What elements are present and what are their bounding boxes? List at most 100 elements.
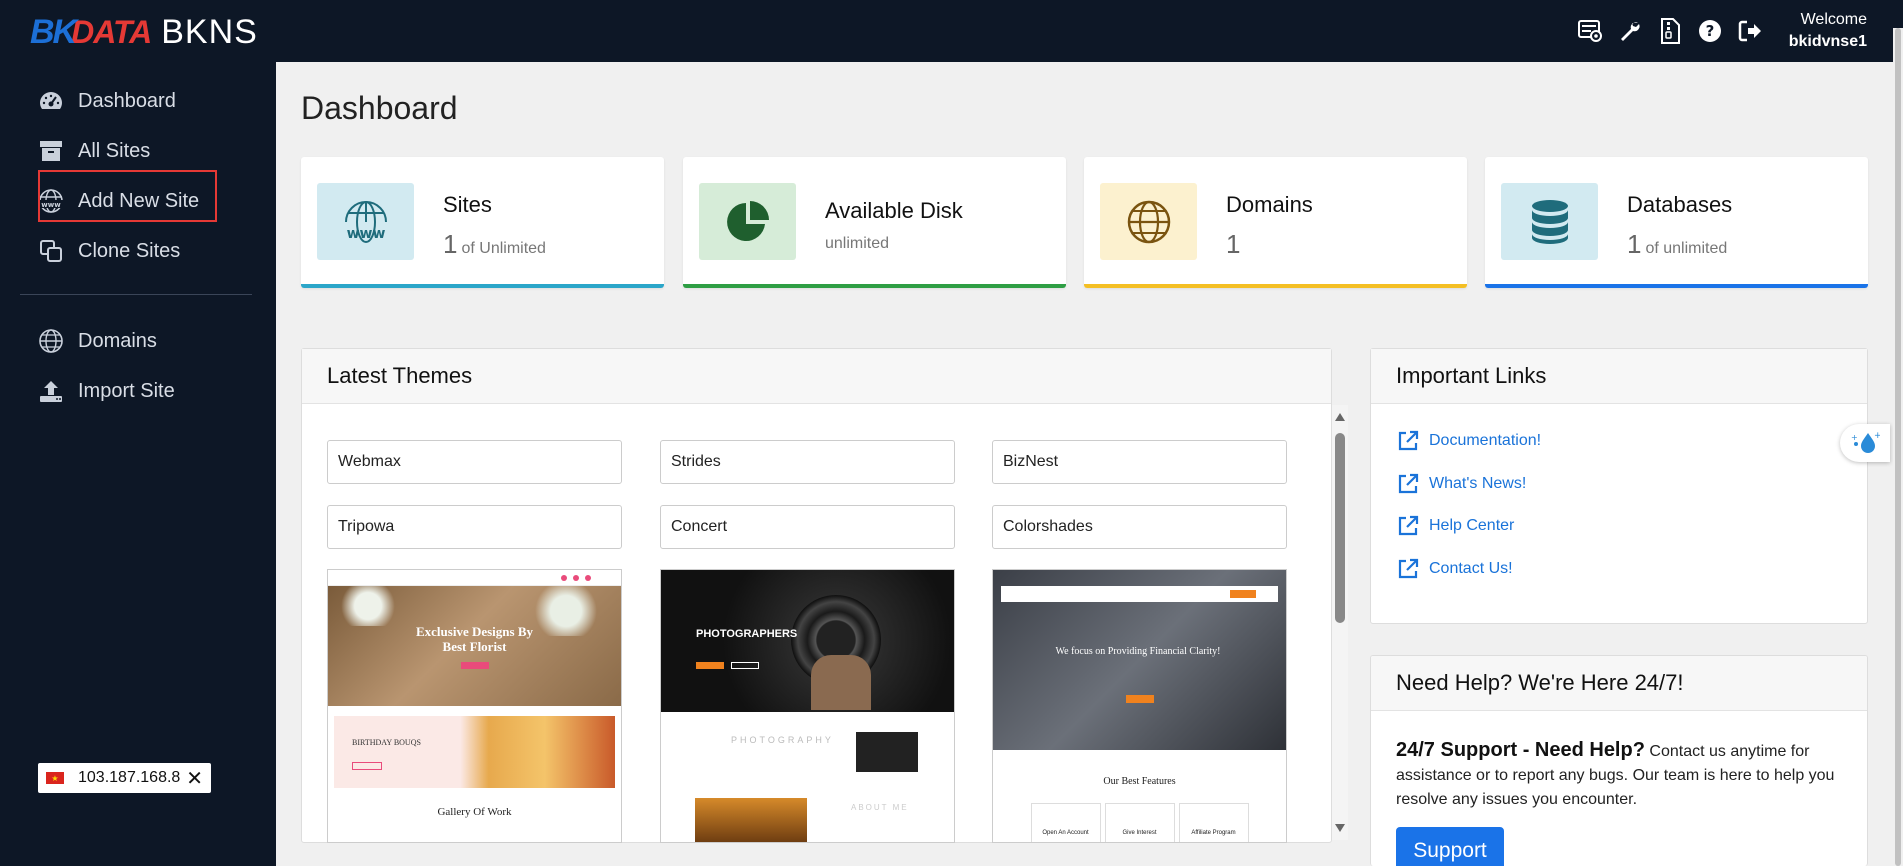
link-label: Documentation! — [1429, 432, 1542, 449]
scroll-up-arrow-icon[interactable] — [1335, 413, 1345, 421]
theme-name-biznest[interactable]: BizNest — [992, 440, 1287, 484]
stat-label: Sites — [443, 192, 492, 217]
logo-bk: BK — [30, 12, 77, 51]
themes-scrollbar[interactable] — [1332, 405, 1348, 840]
stat-icon-box — [1100, 183, 1197, 260]
theme-name-colorshades[interactable]: Colorshades — [992, 505, 1287, 549]
theme-name-tripowa[interactable]: Tripowa — [327, 505, 622, 549]
stat-suffix: unlimited — [825, 235, 890, 252]
stat-accent-bar — [1084, 284, 1467, 288]
stat-card-databases[interactable]: Databases 1 of unlimited — [1485, 157, 1868, 288]
preview-feature-cards: Open An Account Give Interest Affiliate … — [993, 803, 1286, 842]
stat-value: 1 — [1226, 229, 1244, 260]
link-whats-news[interactable]: What's News! — [1397, 473, 1526, 495]
latest-themes-panel: Latest Themes Webmax Strides BizNest Tri… — [301, 348, 1332, 843]
help-lead: 24/7 Support - Need Help? — [1396, 739, 1645, 761]
globe-icon — [1127, 200, 1170, 243]
sidebar-item-all-sites[interactable]: All Sites — [38, 136, 150, 166]
theme-preview-finance[interactable]: We focus on Providing Financial Clarity!… — [992, 569, 1287, 843]
preview-hero-text: PHOTOGRAPHERS — [696, 628, 798, 640]
stat-card-available-disk[interactable]: Available Disk unlimited — [683, 157, 1066, 288]
username: bkidvnse1 — [1788, 33, 1867, 50]
wrench-icon[interactable] — [1617, 18, 1643, 44]
link-help-center[interactable]: Help Center — [1397, 515, 1514, 537]
stat-value: 1 of Unlimited — [443, 229, 546, 260]
page-scrollbar[interactable] — [1893, 28, 1903, 866]
brand-logo[interactable]: BK DATA BKNS — [30, 12, 258, 52]
preview-features-text: Our Best Features — [1103, 776, 1176, 787]
stat-card-domains[interactable]: Domains 1 — [1084, 157, 1467, 288]
svg-text:+: + — [1851, 433, 1858, 442]
preview-feature-2: Give Interest — [1104, 803, 1175, 842]
theme-name-concert[interactable]: Concert — [660, 505, 955, 549]
preview-hero: PHOTOGRAPHERS — [661, 570, 954, 712]
stat-icon-box: www — [317, 183, 414, 260]
stat-number: 1 — [1627, 229, 1642, 259]
vietnam-flag-icon: ★ — [46, 772, 64, 784]
link-documentation[interactable]: Documentation! — [1397, 430, 1541, 452]
stat-accent-bar — [301, 284, 664, 288]
top-bar: BK DATA BKNS ? Welcome bkidvnse1 — [0, 0, 1903, 62]
www-icon: www — [38, 188, 64, 214]
stat-label: Available Disk — [825, 198, 963, 223]
water-drop-icon: ++ — [1851, 431, 1880, 453]
theme-preview-florist[interactable]: Exclusive Designs By Best Florist BIRTHD… — [327, 569, 622, 843]
welcome-label: Welcome — [1800, 11, 1867, 28]
sidebar-item-clone-sites[interactable]: Clone Sites — [38, 236, 180, 266]
theme-name-strides[interactable]: Strides — [660, 440, 955, 484]
link-label: Contact Us! — [1429, 560, 1513, 577]
support-button[interactable]: Support — [1396, 827, 1504, 866]
sidebar-item-domains[interactable]: Domains — [38, 326, 157, 356]
sidebar-item-dashboard[interactable]: Dashboard — [38, 86, 176, 116]
preview-hero-text: We focus on Providing Financial Clarity! — [1055, 646, 1221, 657]
www-icon: www — [344, 200, 387, 243]
sidebar-item-import-site[interactable]: Import Site — [38, 376, 175, 406]
close-icon[interactable]: ✕ — [186, 766, 203, 791]
theme-preview-photography[interactable]: PHOTOGRAPHERS PHOTOGRAPHY ABOUT ME — [660, 569, 955, 843]
external-link-icon — [1398, 473, 1419, 494]
ip-badge: ★ 103.187.168.8 ✕ — [38, 763, 211, 793]
panel-title: Latest Themes — [302, 349, 1331, 404]
theme-name-webmax[interactable]: Webmax — [327, 440, 622, 484]
sidebar-item-label: Dashboard — [78, 89, 176, 112]
upload-icon — [38, 378, 64, 404]
archive-icon — [38, 138, 64, 164]
stat-suffix: of Unlimited — [461, 240, 546, 257]
help-icon[interactable]: ? — [1697, 18, 1723, 44]
svg-text:www: www — [41, 201, 61, 209]
clone-icon — [38, 238, 64, 264]
external-link-icon — [1398, 515, 1419, 536]
sidebar-item-label: Clone Sites — [78, 239, 181, 262]
page-scrollbar-thumb[interactable] — [1895, 28, 1901, 866]
floating-widget[interactable]: + + — [1840, 424, 1890, 462]
preview-gallery-text: Gallery Of Work — [437, 806, 512, 818]
top-toolbar: ? — [1577, 18, 1763, 44]
preview-about-text: ABOUT ME — [851, 803, 909, 812]
svg-text:www: www — [346, 226, 385, 242]
preview-feature-3: Affiliate Program — [1178, 803, 1249, 842]
stat-value: 1 of unlimited — [1627, 229, 1727, 260]
help-description: 24/7 Support - Need Help? Contact us any… — [1396, 738, 1866, 812]
stat-card-sites[interactable]: www Sites 1 of Unlimited — [301, 157, 664, 288]
sidebar-item-add-new-site[interactable]: www Add New Site — [38, 186, 199, 216]
scroll-down-arrow-icon[interactable] — [1335, 824, 1345, 832]
pie-chart-icon — [726, 200, 769, 241]
server-gear-icon[interactable] — [1577, 18, 1603, 44]
dashboard-icon — [38, 88, 64, 114]
sidebar-item-label: Import Site — [78, 379, 175, 402]
external-link-icon — [1398, 558, 1419, 579]
need-help-panel: Need Help? We're Here 24/7! 24/7 Support… — [1370, 655, 1868, 866]
svg-text:?: ? — [1706, 22, 1715, 40]
file-zip-icon[interactable] — [1657, 18, 1683, 44]
external-link-icon — [1398, 430, 1419, 451]
preview-feature-1: Open An Account — [1030, 803, 1101, 842]
link-contact-us[interactable]: Contact Us! — [1397, 558, 1513, 580]
scrollbar-thumb[interactable] — [1335, 433, 1345, 623]
logout-icon[interactable] — [1737, 18, 1763, 44]
welcome-user[interactable]: Welcome bkidvnse1 — [1789, 11, 1867, 51]
stat-number: 1 — [443, 229, 458, 259]
stat-accent-bar — [683, 284, 1066, 288]
stat-accent-bar — [1485, 284, 1868, 288]
important-links-panel: Important Links Documentation! What's Ne… — [1370, 348, 1868, 624]
link-label: Help Center — [1429, 517, 1515, 534]
